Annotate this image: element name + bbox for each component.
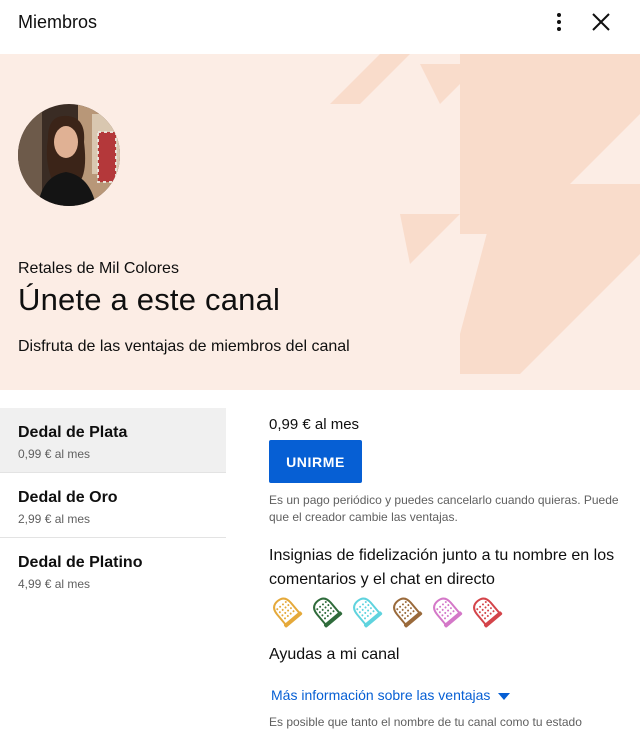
thimble-badge-icon xyxy=(353,597,383,628)
caret-down-icon xyxy=(498,692,511,700)
tier-name: Dedal de Oro xyxy=(18,489,118,506)
tier-price: 4,99 € al mes xyxy=(18,577,91,591)
more-info-label: Más información sobre las ventajas xyxy=(271,687,491,703)
badges-perk-text: Insignias de fidelización junto a tu nom… xyxy=(269,547,615,588)
tier-price: 2,99 € al mes xyxy=(18,512,91,526)
join-channel-heading: Únete a este canal xyxy=(18,282,281,317)
thimble-badge-icon xyxy=(393,597,423,628)
tier-item-plata[interactable]: Dedal de Plata 0,99 € al mes xyxy=(0,408,226,473)
page-title: Miembros xyxy=(18,12,98,32)
tier-name: Dedal de Platino xyxy=(18,554,143,571)
tier-item-oro[interactable]: Dedal de Oro 2,99 € al mes xyxy=(0,473,226,538)
tier-detail: 0,99 € al mes UNIRME Es un pago periódic… xyxy=(269,416,629,729)
thimble-badge-icon xyxy=(473,597,503,628)
tier-price: 0,99 € al mes xyxy=(18,447,91,461)
close-icon[interactable] xyxy=(588,9,614,35)
perk-text: Ayudas a mi canal xyxy=(269,646,400,663)
tier-item-platino[interactable]: Dedal de Platino 4,99 € al mes xyxy=(0,538,226,603)
join-button[interactable]: UNIRME xyxy=(269,440,362,483)
thimble-badge-icon xyxy=(273,597,303,628)
channel-avatar xyxy=(18,104,120,206)
thimble-badge-icon xyxy=(433,597,463,628)
more-info-link[interactable]: Más información sobre las ventajas xyxy=(271,687,511,703)
thimble-badge-icon xyxy=(313,597,343,628)
membership-hero: Retales de Mil Colores Únete a este cana… xyxy=(0,54,640,390)
tier-list: Dedal de Plata 0,99 € al mes Dedal de Or… xyxy=(0,408,226,603)
channel-name: Retales de Mil Colores xyxy=(18,260,179,277)
hero-subtitle: Disfruta de las ventajas de miembros del… xyxy=(18,338,350,355)
top-bar: Miembros xyxy=(0,0,640,54)
footer-note: Es posible que tanto el nombre de tu can… xyxy=(269,715,582,729)
selected-tier-price: 0,99 € al mes xyxy=(269,416,360,433)
billing-note: Es un pago periódico y puedes cancelarlo… xyxy=(269,493,619,524)
tier-name: Dedal de Plata xyxy=(18,424,128,441)
more-vert-icon[interactable] xyxy=(546,8,572,36)
